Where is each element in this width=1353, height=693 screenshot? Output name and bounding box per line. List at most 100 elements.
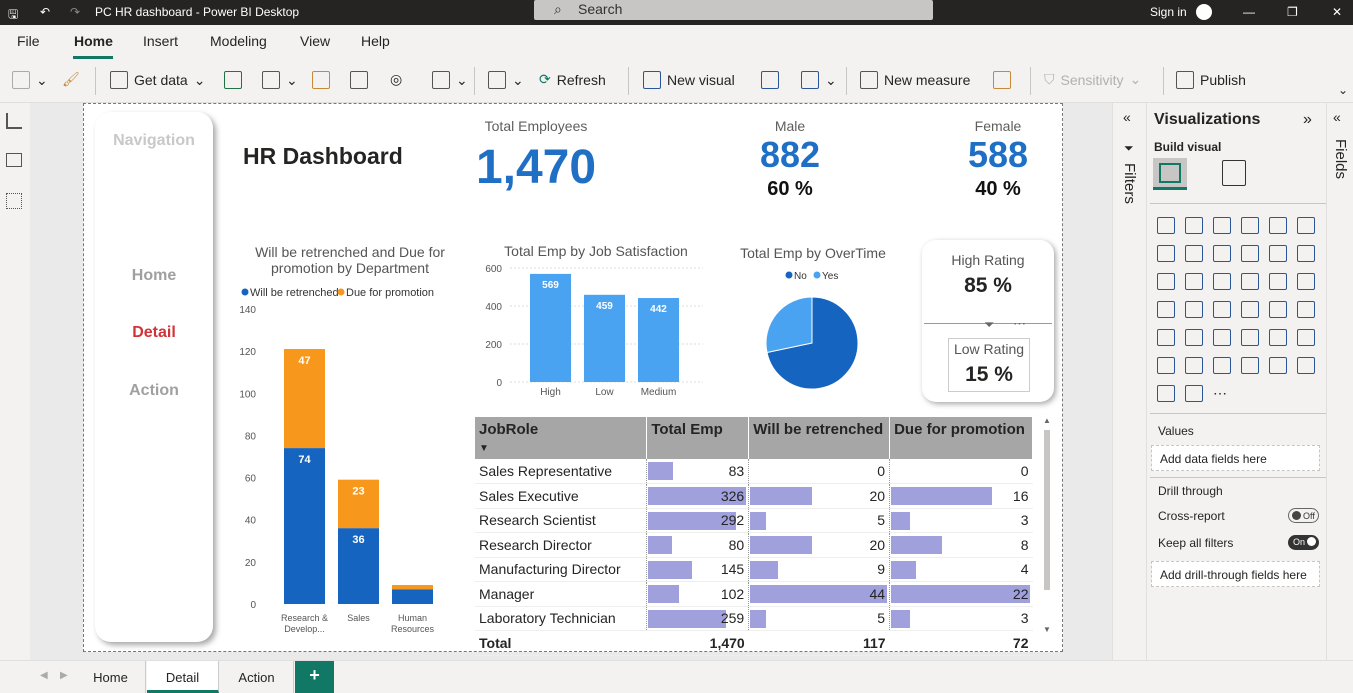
tab-home[interactable]: Home [76,661,146,693]
table-view-icon[interactable] [6,153,22,167]
table-row[interactable]: Sales Representative 83 0 0 [475,459,1033,484]
table-row[interactable]: Research Director 80 20 8 [475,532,1033,558]
nav-detail-button[interactable]: Detail [95,324,213,342]
card-visual-icon[interactable] [1241,301,1259,318]
more-visuals-icon[interactable]: ⌄ [801,71,837,89]
cross-report-toggle[interactable]: Off [1288,508,1319,523]
line-clustered-visual-icon[interactable] [1269,245,1287,262]
ribbon-visual-icon[interactable] [1297,245,1315,262]
paste-icon[interactable]: ⌄ [12,71,48,89]
scatter-visual-icon[interactable] [1213,273,1231,290]
tab-prev-icon[interactable]: ◀ [40,670,48,681]
gauge-visual-icon[interactable] [1213,301,1231,318]
qa-visual-icon[interactable] [1185,357,1203,374]
table-row[interactable]: Manager 102 44 22 [475,581,1033,607]
job-satisfaction-chart[interactable]: 0 200 400 600 569 High 459 Low 442 Medium [478,262,708,402]
save-icon[interactable]: 🖫 [8,5,18,26]
col-header-promotion[interactable]: Due for promotion [889,417,1033,459]
python-visual-visual-icon[interactable] [1269,329,1287,346]
menu-view[interactable]: View [300,33,330,49]
area-visual-icon[interactable] [1185,245,1203,262]
key-influencers-visual-icon[interactable] [1297,329,1315,346]
pie-visual-icon[interactable] [1241,273,1259,290]
publish-button[interactable]: Publish [1176,71,1246,89]
restore-icon[interactable]: ❐ [1287,5,1298,19]
keep-all-filters-toggle[interactable]: On [1288,535,1319,550]
col-header-jobrole[interactable]: JobRole ▼ [475,417,648,459]
waterfall-visual-icon[interactable] [1157,273,1175,290]
line-visual-icon[interactable] [1157,245,1175,262]
search-box[interactable]: ⌕ Search [534,0,933,20]
table-row[interactable]: Research Scientist 292 5 3 [475,508,1033,533]
menu-modeling[interactable]: Modeling [210,33,267,49]
clustered-bar-visual-icon[interactable] [1213,217,1231,234]
col-header-total-emp[interactable]: Total Emp [646,417,750,459]
filled-map-visual-icon[interactable] [1185,301,1203,318]
minimize-icon[interactable]: — [1243,5,1255,19]
nav-home-button[interactable]: Home [95,267,213,285]
stacked-area-visual-icon[interactable] [1213,245,1231,262]
avatar[interactable] [1196,4,1212,20]
get-data-button[interactable]: Get data ⌄ [110,71,205,89]
menu-insert[interactable]: Insert [143,33,178,49]
data-hub-icon[interactable]: ⌄ [262,71,298,89]
menu-file[interactable]: File [17,33,40,49]
r-visual-visual-icon[interactable] [1241,329,1259,346]
decomposition-tree-visual-icon[interactable] [1157,357,1175,374]
text-box-icon[interactable] [761,71,779,89]
table-row[interactable]: Sales Executive 326 20 16 [475,483,1033,509]
nav-action-button[interactable]: Action [95,382,213,400]
collapse-fields-icon[interactable]: « [1333,109,1341,125]
overtime-pie-chart[interactable]: No Yes [740,265,890,395]
paginated-visual-icon[interactable] [1213,357,1231,374]
sign-in-link[interactable]: Sign in [1150,5,1187,19]
slicer-visual-icon[interactable] [1157,329,1175,346]
filters-pane[interactable]: « ⏷ Filters [1112,103,1146,660]
collapse-filters-icon[interactable]: « [1123,109,1131,125]
more-options-icon[interactable]: ⋯ [1013,316,1026,332]
table-row[interactable]: Manufacturing Director 145 9 4 [475,557,1033,582]
table-visual-icon[interactable] [1185,329,1203,346]
rating-card[interactable]: High Rating 85 % ⏷ ⋯ Low Rating 15 % [922,240,1054,402]
col-header-retrenched[interactable]: Will be retrenched [748,417,891,459]
trophy-visual-icon[interactable] [1241,357,1259,374]
new-visual-button[interactable]: New visual [643,71,735,89]
build-visual-tab[interactable] [1153,158,1187,190]
model-view-icon[interactable] [6,193,22,209]
clustered-column-visual-icon[interactable] [1241,217,1259,234]
jobrole-table[interactable]: JobRole ▼ Total Emp Will be retrenched Du… [475,417,1033,656]
drill-through-well[interactable]: Add drill-through fields here [1151,561,1320,587]
power-apps-visual-icon[interactable] [1157,385,1175,402]
add-page-button[interactable]: + [295,661,334,693]
expand-pane-icon[interactable]: » [1303,111,1312,129]
line-column-visual-icon[interactable] [1241,245,1259,262]
new-measure-button[interactable]: New measure [860,71,970,89]
funnel-visual-icon[interactable] [1185,273,1203,290]
menu-home[interactable]: Home [74,33,113,49]
matrix-visual-icon[interactable] [1213,329,1231,346]
undo-icon[interactable]: ↶ [40,5,50,19]
menu-help[interactable]: Help [361,33,390,49]
100-column-visual-icon[interactable] [1297,217,1315,234]
table-scrollbar[interactable]: ▲ ▼ [1043,416,1051,636]
collapse-ribbon-icon[interactable]: ⌄ [1338,83,1348,97]
filter-icon[interactable]: ⏷ [984,317,994,333]
custom-visual-icon[interactable] [1297,357,1315,374]
more-visual-icon[interactable]: ⋯ [1213,385,1231,402]
table-row[interactable]: Laboratory Technician 259 5 3 [475,606,1033,631]
multirow-card-visual-icon[interactable] [1269,301,1287,318]
narrative-visual-icon[interactable] [1269,357,1287,374]
stacked-column-visual-icon[interactable] [1185,217,1203,234]
stacked-bar-visual-icon[interactable] [1157,217,1175,234]
values-well[interactable]: Add data fields here [1151,445,1320,471]
redo-icon[interactable]: ↷ [70,5,80,19]
treemap-visual-icon[interactable] [1297,273,1315,290]
enter-data-icon[interactable] [350,71,368,89]
power-automate-visual-icon[interactable] [1185,385,1203,402]
100-bar-visual-icon[interactable] [1269,217,1287,234]
format-painter-icon[interactable]: 🖌 [62,71,80,88]
format-visual-icon[interactable] [1222,160,1246,186]
donut-visual-icon[interactable] [1269,273,1287,290]
dataverse-icon[interactable]: ◎ [390,71,402,88]
map-visual-icon[interactable] [1157,301,1175,318]
